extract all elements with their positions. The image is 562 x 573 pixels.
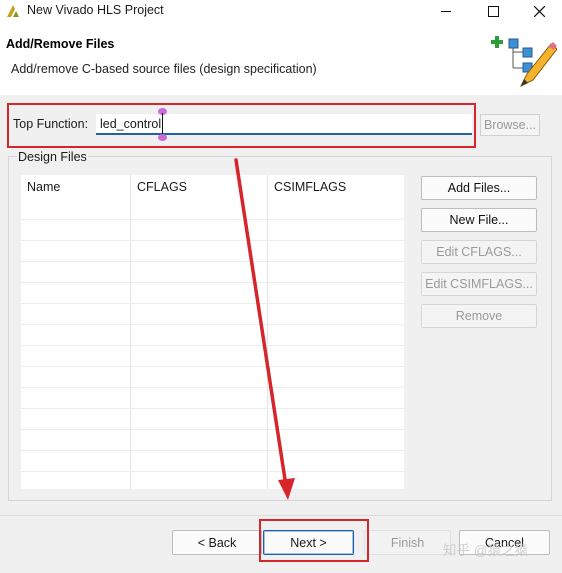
table-row [21,450,404,451]
top-function-label: Top Function: [13,117,89,131]
maximize-button[interactable] [470,0,516,22]
title-bar: New Vivado HLS Project [0,0,562,22]
table-row [21,303,404,304]
new-file-button[interactable]: New File... [421,208,537,232]
maximize-icon [487,5,499,17]
column-header-name[interactable]: Name [27,180,60,194]
table-row [21,282,404,283]
column-header-csimflags[interactable]: CSIMFLAGS [274,180,346,194]
browse-button[interactable]: Browse... [480,114,540,136]
column-divider [130,175,131,489]
remove-button[interactable]: Remove [421,304,537,328]
close-icon [533,5,545,17]
edit-cflags-button[interactable]: Edit CFLAGS... [421,240,537,264]
vivado-logo-icon [7,5,19,17]
table-row [21,471,404,472]
page-description: Add/remove C-based source files (design … [11,62,317,76]
edit-csimflags-button[interactable]: Edit CSIMFLAGS... [421,272,537,296]
table-row [21,408,404,409]
table-row [21,324,404,325]
add-files-button[interactable]: Add Files... [421,176,537,200]
text-cursor-handle-bottom[interactable] [158,134,167,141]
table-row [21,261,404,262]
watermark-text: 知乎 @猿之猿 [443,543,528,558]
minimize-icon [441,10,451,12]
add-files-wizard-icon [491,36,557,88]
minimize-button[interactable] [423,0,469,22]
page-title: Add/Remove Files [6,37,115,51]
table-row [21,429,404,430]
table-row [21,387,404,388]
table-row [21,366,404,367]
window-title: New Vivado HLS Project [27,3,164,17]
table-row [21,345,404,346]
wizard-header: Add/Remove Files Add/remove C-based sour… [0,22,562,96]
column-divider [267,175,268,489]
design-files-label: Design Files [17,150,88,164]
top-function-value[interactable]: led_control [100,117,161,131]
finish-button[interactable]: Finish [364,530,451,555]
table-row [21,240,404,241]
design-files-table[interactable]: Name CFLAGS CSIMFLAGS [21,175,404,489]
close-button[interactable] [516,0,562,22]
column-header-cflags[interactable]: CFLAGS [137,180,187,194]
next-button-highlight-box [259,519,369,562]
table-row [21,219,404,220]
back-button[interactable]: < Back [172,530,262,555]
